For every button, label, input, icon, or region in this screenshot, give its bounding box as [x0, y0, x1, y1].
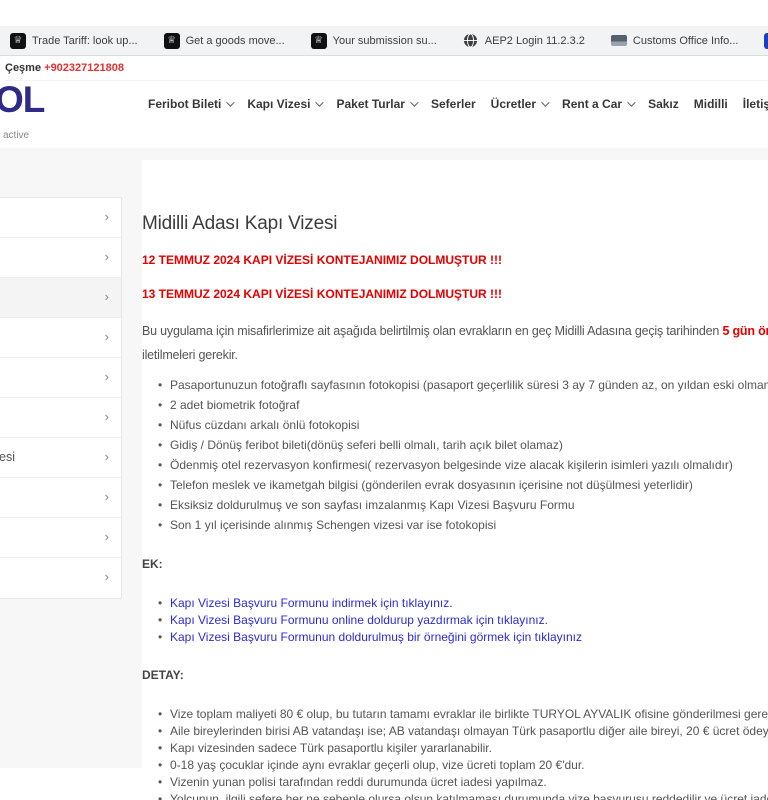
requirement-item: •Son 1 yıl içerisinde alınmış Schengen v…	[142, 515, 768, 535]
nav-feribot-bileti[interactable]: Feribot Bileti	[148, 97, 232, 111]
chevron-right-icon: ›	[105, 369, 109, 384]
nav-sakiz[interactable]: Sakız	[648, 97, 679, 111]
gov-crest-icon: ♕	[164, 33, 180, 49]
chevron-right-icon: ›	[105, 449, 109, 464]
caret-down-icon	[541, 98, 549, 106]
site-logo[interactable]: OL	[0, 79, 44, 121]
chevron-right-icon: ›	[105, 209, 109, 224]
bookmark-label: Your submission su...	[333, 35, 437, 47]
requirement-item: •Pasaportunuzun fotoğraflı sayfasının fo…	[142, 375, 768, 395]
main-content: Midilli Adası Kapı Vizesi 12 TEMMUZ 2024…	[142, 160, 768, 800]
detay-item: •Kapı vizesinden sadece Türk pasaportlu …	[142, 740, 768, 757]
detay-list: •Vize toplam maliyeti 80 € olup, bu tuta…	[142, 706, 768, 800]
nav-iletisim[interactable]: İletişim	[743, 97, 768, 111]
sidebar-item-kapi-vizesi[interactable]: esi›	[0, 438, 121, 478]
nav-ucretler[interactable]: Ücretler	[491, 97, 547, 111]
logo-subtext: active	[3, 130, 29, 141]
requirement-item: •Telefon meslek ve ikametgah bilgisi (gö…	[142, 475, 768, 495]
requirement-item: •Eksiksiz doldurulmuş ve son sayfası imz…	[142, 495, 768, 515]
bookmark-label: Trade Tariff: look up...	[32, 35, 138, 47]
main-nav: Feribot Bileti Kapı Vizesi Paket Turlar …	[148, 97, 768, 111]
customs-icon	[611, 35, 627, 46]
sidebar-menu: › › › › › › esi› › › ›	[0, 197, 122, 599]
page-title: Midilli Adası Kapı Vizesi	[142, 213, 768, 235]
nav-kapi-vizesi[interactable]: Kapı Vizesi	[247, 97, 321, 111]
detay-item: •Vizenin yunan polisi tarafından reddi d…	[142, 774, 768, 791]
requirement-item: •Nüfus cüzdanı arkalı önlü fotokopisi	[142, 415, 768, 435]
bookmark-label: Get a goods move...	[186, 35, 285, 47]
sidebar-item[interactable]: ›	[0, 518, 121, 558]
intro-paragraph-line2: iletilmeleri gerekir.	[142, 345, 768, 365]
sidebar-item[interactable]: ›	[0, 198, 121, 238]
bookmark-goods-movement[interactable]: ♕ Get a goods move...	[164, 33, 285, 49]
ek-heading: EK:	[142, 557, 768, 571]
deadline-highlight: 5 gün önce	[722, 324, 768, 338]
requirements-list: •Pasaportunuzun fotoğraflı sayfasının fo…	[142, 375, 768, 535]
sidebar-item[interactable]: ›	[0, 398, 121, 438]
phone-number[interactable]: +902327121808	[44, 62, 124, 74]
eu-flag-icon	[764, 33, 768, 49]
nav-paket-turlar[interactable]: Paket Turlar	[336, 97, 415, 111]
detay-item: •Yolcunun, ilgili sefere her ne sebeple …	[142, 791, 768, 800]
chevron-right-icon: ›	[105, 489, 109, 504]
caret-down-icon	[227, 98, 235, 106]
ek-links-list: •Kapı Vizesi Başvuru Formunu indirmek iç…	[142, 595, 768, 646]
link-item: •Kapı Vizesi Başvuru Formunu online dold…	[142, 612, 768, 629]
chevron-right-icon: ›	[105, 249, 109, 264]
caret-down-icon	[627, 98, 635, 106]
chevron-right-icon: ›	[105, 409, 109, 424]
sidebar-item-active[interactable]: ›	[0, 278, 121, 318]
requirement-item: •Gidiş / Dönüş feribot bileti(dönüş sefe…	[142, 435, 768, 455]
gov-crest-icon: ♕	[311, 33, 327, 49]
chevron-right-icon: ›	[105, 529, 109, 544]
link-item: •Kapı Vizesi Başvuru Formunu indirmek iç…	[142, 595, 768, 612]
quota-alert-13-temmuz: 13 TEMMUZ 2024 KAPI VİZESİ KONTEJANIMIZ …	[142, 287, 768, 301]
bookmarks-bar: ♕ Trade Tariff: look up... ♕ Get a goods…	[0, 26, 768, 56]
download-form-link[interactable]: Kapı Vizesi Başvuru Formunu indirmek içi…	[170, 596, 453, 610]
online-form-link[interactable]: Kapı Vizesi Başvuru Formunu online doldu…	[170, 613, 548, 627]
detay-item: •0-18 yaş çocuklar içinde aynı evraklar …	[142, 757, 768, 774]
nav-rent-a-car[interactable]: Rent a Car	[562, 97, 633, 111]
bookmark-label: Customs Office Info...	[633, 35, 739, 47]
sidebar-item[interactable]: ›	[0, 478, 121, 518]
detay-item: •Aile bireylerinden birisi AB vatandaşı …	[142, 723, 768, 740]
bookmark-aep2-login[interactable]: AEP2 Login 11.2.3.2	[463, 33, 585, 49]
contact-strip: Çeşme +902327121808	[5, 62, 768, 81]
sidebar-item[interactable]: ›	[0, 238, 121, 278]
bookmark-label: AEP2 Login 11.2.3.2	[485, 35, 585, 47]
bookmark-trade-tariff[interactable]: ♕ Trade Tariff: look up...	[10, 33, 138, 49]
sidebar-item[interactable]: ›	[0, 358, 121, 398]
intro-paragraph: Bu uygulama için misafirlerimize ait aşa…	[142, 321, 768, 341]
caret-down-icon	[410, 98, 418, 106]
requirement-item: •Ödenmiş otel rezervasyon konfirmesi( re…	[142, 455, 768, 475]
caret-down-icon	[316, 98, 324, 106]
chevron-right-icon: ›	[105, 569, 109, 584]
office-name: Çeşme	[5, 62, 41, 74]
requirement-item: •2 adet biometrik fotoğraf	[142, 395, 768, 415]
chevron-right-icon: ›	[105, 329, 109, 344]
sidebar-item[interactable]: ›	[0, 318, 121, 358]
nav-seferler[interactable]: Seferler	[431, 97, 476, 111]
nav-midilli[interactable]: Midilli	[694, 97, 728, 111]
site-header: Çeşme +902327121808 OL active Feribot Bi…	[0, 57, 768, 148]
link-item: •Kapı Vizesi Başvuru Formunun doldurulmu…	[142, 629, 768, 646]
chevron-right-icon: ›	[105, 289, 109, 304]
sample-form-link[interactable]: Kapı Vizesi Başvuru Formunun doldurulmuş…	[170, 630, 582, 644]
quota-alert-12-temmuz: 12 TEMMUZ 2024 KAPI VİZESİ KONTEJANIMIZ …	[142, 253, 768, 267]
bookmark-eori-validation[interactable]: EORI number valida...	[764, 33, 768, 49]
globe-icon	[463, 33, 479, 49]
detay-heading: DETAY:	[142, 668, 768, 682]
gov-crest-icon: ♕	[10, 33, 26, 49]
bookmark-your-submission[interactable]: ♕ Your submission su...	[311, 33, 437, 49]
bookmark-customs-office[interactable]: Customs Office Info...	[611, 35, 739, 47]
detay-item: •Vize toplam maliyeti 80 € olup, bu tuta…	[142, 706, 768, 723]
sidebar-item[interactable]: ›	[0, 558, 121, 598]
